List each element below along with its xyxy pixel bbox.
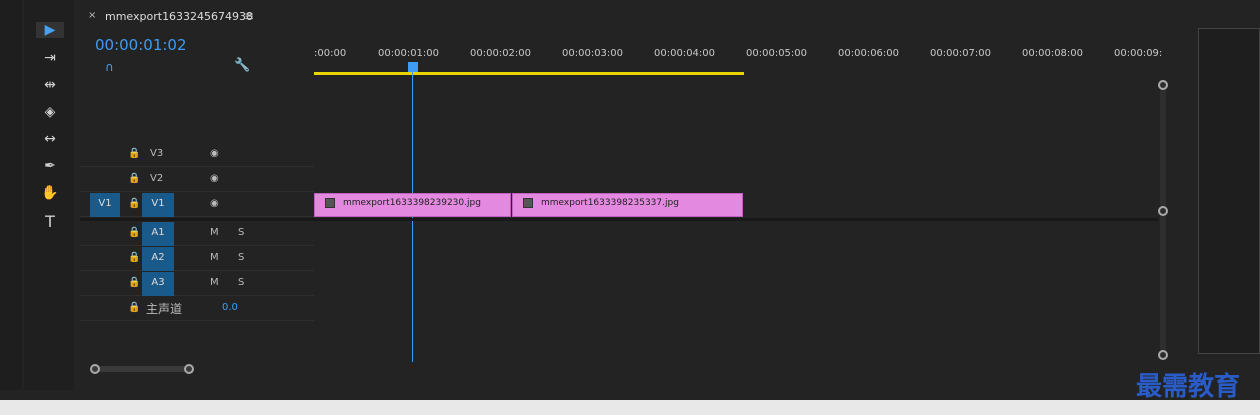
track-divider	[80, 218, 1158, 221]
zoom-handle[interactable]	[184, 364, 194, 374]
solo-button[interactable]: S	[238, 252, 244, 263]
lock-icon[interactable]: 🔒	[128, 252, 140, 263]
playhead-timecode[interactable]: 00:00:01:02	[95, 36, 187, 54]
eye-icon[interactable]: ◉	[210, 198, 219, 209]
right-panel	[1198, 28, 1260, 354]
master-volume[interactable]: 0.0	[222, 302, 238, 313]
lock-icon[interactable]: 🔒	[128, 173, 140, 184]
lock-icon[interactable]: 🔒	[128, 302, 140, 313]
left-panel	[0, 0, 22, 390]
zoom-handle[interactable]	[90, 364, 100, 374]
image-icon	[325, 198, 335, 208]
source-patch-v1[interactable]: V1	[90, 193, 120, 217]
razor-icon[interactable]: ◈	[36, 104, 64, 120]
lock-icon[interactable]: 🔒	[128, 227, 140, 238]
ruler-tick-label: :00:00	[314, 48, 347, 59]
track-v1[interactable]: V1 🔒 V1 ◉	[80, 193, 314, 217]
track-a3[interactable]: 🔒 A3 M S	[80, 272, 314, 296]
mute-button[interactable]: M	[210, 252, 219, 263]
solo-button[interactable]: S	[238, 227, 244, 238]
image-icon	[523, 198, 533, 208]
track-select-icon[interactable]: ⇥	[36, 50, 64, 66]
track-label[interactable]: V1	[142, 193, 174, 217]
selection-tool-icon[interactable]: ▶	[36, 22, 64, 38]
lock-icon[interactable]: 🔒	[128, 148, 140, 159]
ruler-tick-label: 00:00:07:00	[930, 48, 992, 59]
bottom-bar	[0, 400, 1260, 415]
pen-icon[interactable]: ✒	[36, 158, 64, 174]
master-label: 主声道	[146, 302, 183, 316]
work-area-bar[interactable]	[314, 72, 744, 75]
wrench-icon[interactable]: 🔧	[234, 58, 250, 73]
scroll-knob[interactable]	[1158, 80, 1168, 90]
panel-menu-icon[interactable]: ≡	[244, 9, 254, 23]
lock-icon[interactable]: 🔒	[128, 198, 140, 209]
track-label: V2	[150, 173, 164, 184]
ruler-tick-label: 00:00:04:00	[654, 48, 716, 59]
close-icon[interactable]: ×	[88, 10, 96, 21]
sequence-tab[interactable]: mmexport1633245674938	[105, 10, 253, 23]
playhead-handle[interactable]	[408, 62, 418, 72]
clip-2[interactable]: mmexport1633398235337.jpg	[512, 193, 743, 217]
horizontal-scrollbar[interactable]	[92, 366, 192, 372]
lock-icon[interactable]: 🔒	[128, 277, 140, 288]
tools-panel: ▶ ⇥ ⇹ ◈ ↔ ✒ ✋ T	[24, 0, 74, 390]
eye-icon[interactable]: ◉	[210, 173, 219, 184]
track-label: V3	[150, 148, 164, 159]
clip-1[interactable]: mmexport1633398239230.jpg	[314, 193, 511, 217]
snap-icon[interactable]: ∩	[105, 60, 114, 74]
watermark: 最需教育	[1136, 372, 1241, 402]
track-a2[interactable]: 🔒 A2 M S	[80, 247, 314, 271]
time-ruler[interactable]: :00:00 00:00:01:00 00:00:02:00 00:00:03:00 0…	[314, 40, 1162, 76]
track-label[interactable]: A1	[142, 222, 174, 246]
slip-icon[interactable]: ↔	[36, 131, 64, 147]
mute-button[interactable]: M	[210, 277, 219, 288]
track-v2[interactable]: 🔒 V2 ◉	[80, 168, 314, 192]
solo-button[interactable]: S	[238, 277, 244, 288]
vertical-scrollbar[interactable]	[1160, 80, 1166, 360]
ruler-tick-label: 00:00:03:00	[562, 48, 624, 59]
eye-icon[interactable]: ◉	[210, 148, 219, 159]
hand-icon[interactable]: ✋	[36, 185, 64, 201]
mute-button[interactable]: M	[210, 227, 219, 238]
ruler-tick-label: 00:00:06:00	[838, 48, 900, 59]
master-track[interactable]: 🔒 主声道 0.0	[80, 297, 314, 321]
ripple-edit-icon[interactable]: ⇹	[36, 77, 64, 93]
ruler-tick-label: 00:00:02:00	[470, 48, 532, 59]
scroll-knob[interactable]	[1158, 350, 1168, 360]
ruler-tick-label: 00:00:01:00	[378, 48, 440, 59]
ruler-tick-label: 00:00:08:00	[1022, 48, 1084, 59]
type-icon[interactable]: T	[36, 212, 64, 231]
track-a1[interactable]: 🔒 A1 M S	[80, 222, 314, 246]
track-label[interactable]: A3	[142, 272, 174, 296]
ruler-tick-label: 00:00:05:00	[746, 48, 808, 59]
track-label[interactable]: A2	[142, 247, 174, 271]
scroll-knob[interactable]	[1158, 206, 1168, 216]
ruler-tick-label: 00:00:09:	[1114, 48, 1163, 59]
track-v3[interactable]: 🔒 V3 ◉	[80, 143, 314, 167]
